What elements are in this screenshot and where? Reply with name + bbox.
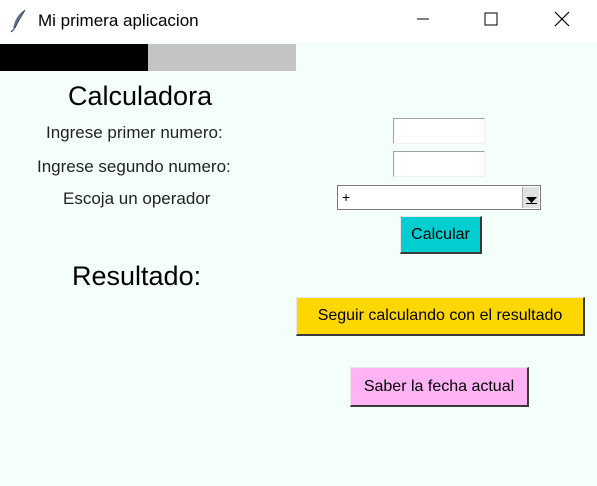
main-content: Calculadora Ingrese primer numero: Ingre… — [0, 42, 597, 486]
close-icon — [554, 11, 570, 32]
operator-label: Escoja un operador — [63, 189, 211, 208]
current-date-button[interactable]: Saber la fecha actual — [350, 367, 529, 407]
progress-bar — [0, 44, 296, 71]
second-number-input[interactable] — [393, 151, 485, 177]
minimize-button[interactable] — [388, 0, 458, 42]
minimize-icon — [416, 12, 430, 31]
progress-fill — [0, 44, 148, 71]
first-number-label: Ingrese primer numero: — [46, 123, 223, 142]
feather-icon — [10, 9, 28, 33]
operator-select[interactable]: + — [337, 185, 541, 210]
maximize-button[interactable] — [456, 0, 526, 42]
calculate-button[interactable]: Calcular — [400, 216, 482, 254]
title-bar[interactable]: Mi primera aplicacion — [0, 0, 597, 42]
close-button[interactable] — [527, 0, 597, 42]
app-window: Mi primera aplicacion Calculadora Ingres… — [0, 0, 597, 486]
second-number-label: Ingrese segundo numero: — [37, 157, 231, 176]
calculator-heading: Calculadora — [68, 81, 213, 111]
continue-calculating-button[interactable]: Seguir calculando con el resultado — [296, 297, 585, 336]
chevron-down-icon[interactable] — [522, 187, 539, 208]
operator-selected-value: + — [342, 189, 351, 205]
first-number-input[interactable] — [393, 118, 485, 144]
window-title: Mi primera aplicacion — [38, 11, 199, 30]
result-label: Resultado: — [72, 261, 202, 291]
maximize-icon — [484, 12, 498, 31]
